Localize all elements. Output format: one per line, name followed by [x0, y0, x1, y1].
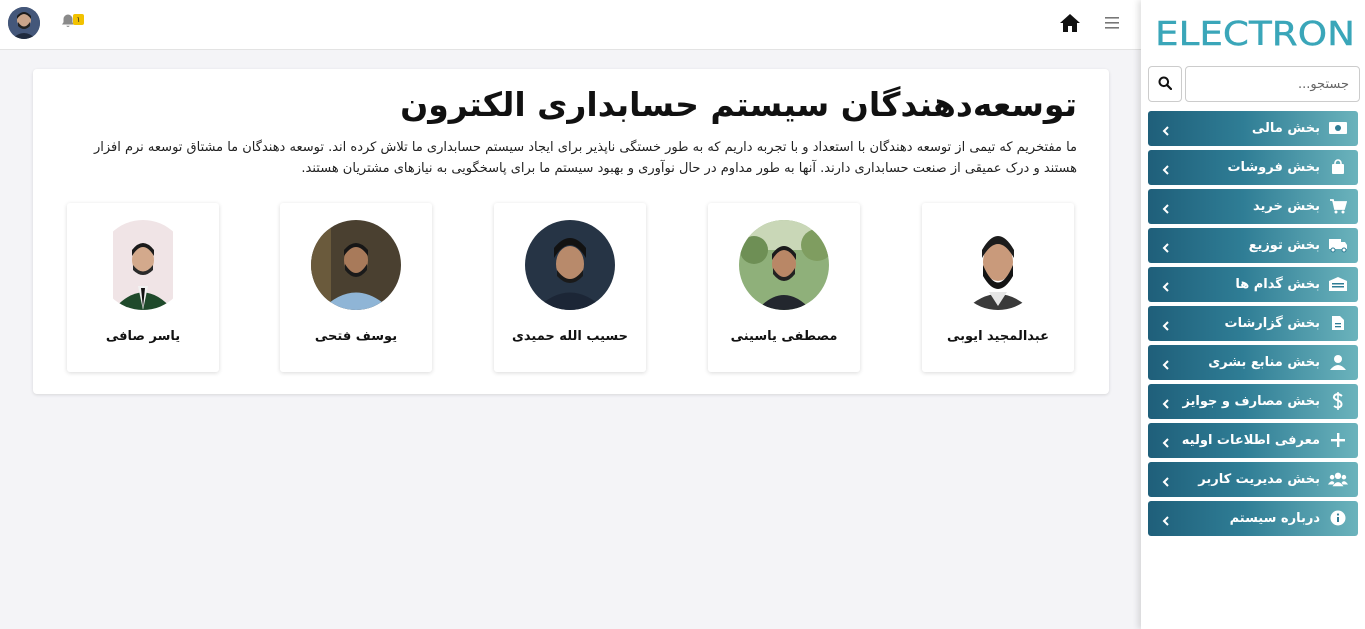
chevron-left-icon: [1160, 122, 1172, 136]
chevron-left-icon: [1160, 395, 1172, 409]
sidebar-item-warehouse[interactable]: بخش گدام ها: [1148, 267, 1358, 302]
hamburger-menu-icon[interactable]: [1105, 15, 1121, 31]
sidebar-item-sales[interactable]: بخش فروشات: [1148, 150, 1358, 185]
dollar-icon: [1328, 392, 1348, 410]
sidebar-item-initial-data[interactable]: معرفی اطلاعات اولیه: [1148, 423, 1358, 458]
sidebar-item-label: بخش خرید: [1253, 199, 1320, 214]
developer-card: مصطفی یاسینی: [708, 203, 860, 372]
developer-card: یوسف فتحی: [280, 203, 432, 372]
developer-name: عبدالمجید ایوبی: [947, 329, 1049, 344]
chevron-left-icon: [1160, 161, 1172, 175]
developer-name: یاسر صافی: [105, 329, 181, 344]
developer-card: حسیب الله حمیدی: [494, 203, 646, 372]
developer-photo: [953, 220, 1043, 310]
sidebar-item-label: بخش مالی: [1251, 121, 1320, 136]
search-box: [1148, 66, 1360, 102]
developer-photo: [98, 220, 188, 310]
info-icon: [1328, 509, 1348, 527]
notification-badge: ۱: [73, 14, 84, 25]
search-input[interactable]: [1185, 66, 1360, 102]
page-description: ما مفتخریم که تیمی از توسعه دهندگان با ا…: [93, 140, 1077, 176]
chevron-left-icon: [1160, 239, 1172, 253]
developer-name: حسیب الله حمیدی: [511, 329, 629, 344]
chevron-left-icon: [1160, 356, 1172, 370]
chevron-left-icon: [1160, 434, 1172, 448]
sidebar-item-user-management[interactable]: بخش مدیریت کاربر: [1148, 462, 1358, 497]
chevron-left-icon: [1160, 317, 1172, 331]
developer-card: یاسر صافی: [67, 203, 219, 372]
sidebar-item-label: بخش مصارف و جوایز: [1182, 394, 1320, 409]
developer-name: مصطفی یاسینی: [730, 329, 838, 344]
electron-logo: ELECTRON: [1155, 14, 1357, 53]
users-icon: [1328, 470, 1348, 488]
chevron-left-icon: [1160, 512, 1172, 526]
chevron-left-icon: [1160, 278, 1172, 292]
sidebar-item-distribution[interactable]: بخش توزیع: [1148, 228, 1358, 263]
page-title: توسعه‌دهندگان سیستم حسابداری الکترون: [400, 85, 1077, 124]
developer-photo: [311, 220, 401, 310]
top-bar: ۱: [0, 0, 1141, 50]
user-icon: [1328, 353, 1348, 371]
developer-card: عبدالمجید ایوبی: [922, 203, 1074, 372]
sidebar: ELECTRON بخش مالی بخش فروشات بخش خرید: [1141, 0, 1365, 629]
plus-icon: [1328, 431, 1348, 449]
sidebar-item-label: بخش توزیع: [1248, 238, 1320, 253]
warehouse-icon: [1328, 275, 1348, 293]
file-icon: [1328, 314, 1348, 332]
chevron-left-icon: [1160, 473, 1172, 487]
sidebar-item-label: بخش مدیریت کاربر: [1198, 472, 1320, 487]
sidebar-item-label: بخش گدام ها: [1235, 277, 1320, 292]
cart-icon: [1328, 197, 1348, 215]
sidebar-menu: بخش مالی بخش فروشات بخش خرید بخش توزیع ب…: [1148, 111, 1358, 540]
developer-name: یوسف فتحی: [314, 329, 398, 344]
sidebar-item-label: بخش گزارشات: [1224, 316, 1320, 331]
sidebar-item-label: درباره سیستم: [1229, 511, 1320, 526]
developers-card: توسعه‌دهندگان سیستم حسابداری الکترون ما …: [33, 69, 1109, 394]
sidebar-item-finance[interactable]: بخش مالی: [1148, 111, 1358, 146]
home-icon[interactable]: [1059, 13, 1081, 35]
sidebar-item-label: بخش فروشات: [1227, 160, 1320, 175]
sidebar-item-label: معرفی اطلاعات اولیه: [1181, 433, 1320, 448]
search-button[interactable]: [1148, 66, 1182, 102]
chevron-left-icon: [1160, 200, 1172, 214]
logo-text: ELECTRON: [1155, 16, 1355, 50]
shopping-bag-icon: [1328, 158, 1348, 176]
sidebar-item-purchase[interactable]: بخش خرید: [1148, 189, 1358, 224]
sidebar-item-hr[interactable]: بخش منابع بشری: [1148, 345, 1358, 380]
search-icon: [1158, 75, 1173, 94]
sidebar-item-about[interactable]: درباره سیستم: [1148, 501, 1358, 536]
developer-photo: [525, 220, 615, 310]
truck-icon: [1328, 236, 1348, 254]
sidebar-item-reports[interactable]: بخش گزارشات: [1148, 306, 1358, 341]
sidebar-item-expenses[interactable]: بخش مصارف و جوایز: [1148, 384, 1358, 419]
user-avatar[interactable]: [8, 7, 40, 39]
developer-photo: [739, 220, 829, 310]
sidebar-item-label: بخش منابع بشری: [1208, 355, 1320, 370]
money-icon: [1328, 119, 1348, 137]
